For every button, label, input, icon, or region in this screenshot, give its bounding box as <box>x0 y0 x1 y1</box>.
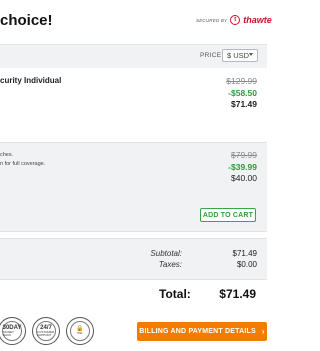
upsell-list-price: $79.99 <box>231 150 257 160</box>
subtotal-value: $71.49 <box>232 249 257 258</box>
billing-payment-details-button[interactable]: BILLING AND PAYMENT DETAILS › <box>137 322 267 341</box>
taxes-value: $0.00 <box>236 260 257 269</box>
seal-sub-text: MONEY BACK <box>3 329 14 337</box>
upsell-price-breakdown: $79.99 -$39.99 $40.00 <box>228 150 257 185</box>
list-price: $129.99 <box>226 76 257 86</box>
chevron-right-icon: › <box>261 327 265 336</box>
discount-amount: -$58.50 <box>228 87 257 98</box>
add-to-cart-button[interactable]: ADD TO CART <box>200 208 256 222</box>
upsell-final-price: $40.00 <box>231 173 257 183</box>
chevron-down-icon <box>249 53 253 56</box>
taxes-label: Taxes: <box>158 260 182 269</box>
ssl-lock-seal-icon: 🔒 SSL <box>66 317 94 345</box>
upsell-description-line: ches. <box>0 152 14 158</box>
total-label: Total: <box>159 287 191 301</box>
subtotal-label: Subtotal: <box>150 249 182 258</box>
seal-sub-text: SSL <box>77 331 83 336</box>
total-value: $71.49 <box>219 287 256 301</box>
upsell-discount-amount: -$39.99 <box>228 161 257 172</box>
price-breakdown: $129.99 -$58.50 $71.49 <box>226 76 257 111</box>
billing-button-label: BILLING AND PAYMENT DETAILS <box>139 328 256 335</box>
price-header-bar: PRICE $ USD <box>0 44 267 69</box>
thawte-secured-badge: SECURED BY t thawte <box>196 15 272 25</box>
final-price: $71.49 <box>231 99 257 109</box>
upsell-item: ches. n for full coverage. $79.99 -$39.9… <box>0 142 267 232</box>
thawte-brand-label: thawte <box>243 15 272 25</box>
support-seal-icon: 24/7 CUSTOMER SUPPORT <box>32 317 60 345</box>
page-title: choice! <box>0 12 53 29</box>
secured-by-label: SECURED BY <box>196 17 228 23</box>
totals-panel: Subtotal: $71.49 Taxes: $0.00 <box>0 238 267 280</box>
currency-value: $ USD <box>227 51 250 60</box>
product-name: curity Individual <box>0 76 62 85</box>
price-column-label: PRICE <box>200 52 222 59</box>
cart-item-primary: curity Individual $129.99 -$58.50 $71.49 <box>0 68 267 142</box>
cart-page: choice! SECURED BY t thawte PRICE $ USD … <box>0 0 320 351</box>
upsell-description-line: n for full coverage. <box>0 161 46 167</box>
currency-select[interactable]: $ USD <box>222 49 258 62</box>
money-back-seal-icon: 30DAY MONEY BACK <box>0 317 26 345</box>
seal-sub-text: CUSTOMER SUPPORT <box>37 329 55 337</box>
thawte-logo-icon: t <box>230 15 241 25</box>
